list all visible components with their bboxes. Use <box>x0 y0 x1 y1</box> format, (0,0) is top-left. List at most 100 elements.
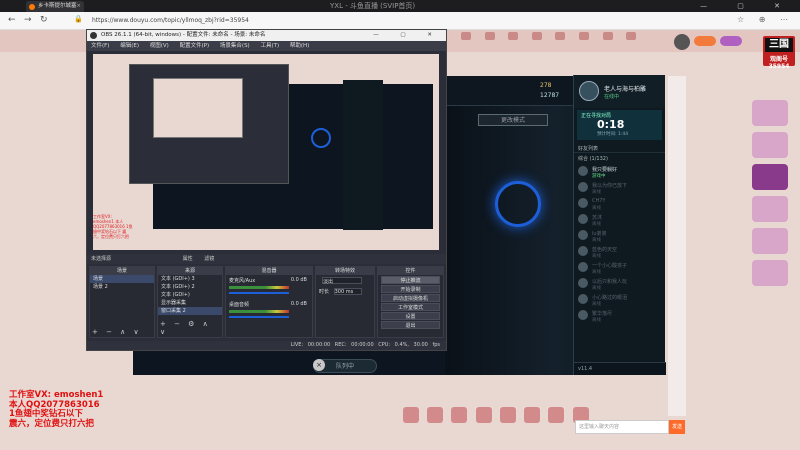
chat-input[interactable]: 这里输入聊天内容 <box>575 420 669 434</box>
source-item[interactable]: 窗口采集 2 <box>158 307 222 315</box>
browser-tab[interactable]: 乡卡斯提尔城塞 × <box>26 1 84 12</box>
start-recording-button[interactable]: 开始录制 <box>381 285 440 293</box>
source-item[interactable]: 显示器采集 <box>158 299 222 307</box>
friend-name: 我只要躺好 <box>592 167 618 173</box>
virtual-camera-button[interactable]: 启动虚拟摄像机 <box>381 294 440 302</box>
window-title: YXL - 斗鱼直播 (SVIP首页) <box>330 2 416 10</box>
transition-duration-input[interactable]: 300 ms <box>333 288 362 295</box>
sidebar-activity[interactable] <box>752 100 788 126</box>
gift-icon[interactable] <box>427 407 444 423</box>
no-source-label: 未选择源 <box>91 256 112 262</box>
obs-window-controls[interactable]: — ▢ ✕ <box>373 30 442 41</box>
obs-menu-item[interactable]: 编辑(E) <box>120 43 139 49</box>
obs-preview[interactable]: 工作室VX: emoshen1 本人QQ2077863016 1鱼翅中奖钻石以下… <box>93 54 439 250</box>
obs-status-bar: LIVE: 00:00:00 REC: 00:00:00 CPU: 0.4%, … <box>87 341 446 350</box>
gift-icon[interactable] <box>475 407 492 423</box>
friend-item[interactable]: lu弟弟 离线 <box>574 228 665 244</box>
cancel-queue-icon[interactable]: × <box>313 359 325 371</box>
source-item[interactable]: 文本 (GDI+) 2 <box>158 283 222 291</box>
friend-item[interactable]: 我只要躺好 游戏中 <box>574 164 665 180</box>
sidebar-activity[interactable] <box>752 260 788 286</box>
friend-item[interactable]: 蓝色的天空 离线 <box>574 244 665 260</box>
change-mode-button[interactable]: 更改模式 <box>478 114 548 126</box>
friend-item[interactable]: 小心路过的眼泪 离线 <box>574 292 665 308</box>
transition-type-select[interactable]: 淡出 <box>322 277 362 285</box>
obs-source-bar: 未选择源 属性 滤镜 <box>87 254 446 264</box>
obs-menu-item[interactable]: 工具(T) <box>260 43 279 49</box>
settings-button[interactable]: 设置 <box>381 312 440 320</box>
scene-item[interactable]: 场景 2 <box>90 283 154 291</box>
profile-header: 老人与海与柏雕 在线中 <box>574 75 665 108</box>
room-badge[interactable]: 三国 观阁号 35954 <box>763 36 795 70</box>
friend-toolbar[interactable]: 好友列表 <box>574 142 665 153</box>
filters-button[interactable]: 滤镜 <box>204 256 214 262</box>
nav-item[interactable] <box>549 32 571 41</box>
obs-menu-item[interactable]: 场景集合(S) <box>220 43 250 49</box>
studio-mode-button[interactable]: 工作室模式 <box>381 303 440 311</box>
friend-name: lu弟弟 <box>592 231 607 237</box>
nav-item[interactable] <box>479 32 501 41</box>
sidebar-activity[interactable] <box>752 164 788 190</box>
gift-icon[interactable] <box>524 407 541 423</box>
profile-avatar[interactable] <box>579 81 599 101</box>
friend-avatar <box>578 294 588 304</box>
url-input[interactable]: https://www.douyu.com/topic/yllmoq_zbj?r… <box>92 15 472 27</box>
back-icon[interactable]: ← <box>8 15 16 25</box>
scene-item[interactable]: 场景 <box>90 275 154 283</box>
user-button[interactable] <box>694 36 716 46</box>
obs-menu-item[interactable]: 文件(F) <box>91 43 109 49</box>
friend-panel: 老人与海与柏雕 在线中 正在寻找对局 0:18 预计时间: 1:44 好友列表 … <box>573 75 666 375</box>
profile-status: 在线中 <box>604 94 620 100</box>
obs-menu: 文件(F) 编辑(E) 视图(V) 配置文件(P) 场景集合(S) 工具(T) … <box>87 41 446 51</box>
browser-toolbar-icons[interactable]: ☆ ⊕ ⋯ <box>737 15 794 24</box>
gift-icon[interactable] <box>403 407 419 423</box>
friend-status: 离线 <box>592 206 601 211</box>
friend-status: 离线 <box>592 238 601 243</box>
blue-essence-count: 12787 <box>540 92 560 99</box>
scene-controls[interactable]: + − ∧ ∨ <box>92 328 142 336</box>
mixer-dock: 混音器 麦克风/Aux 0.0 dB 桌面音频 0.0 dB <box>225 266 313 338</box>
source-controls[interactable]: + − ⚙ ∧ ∨ <box>160 320 222 336</box>
gift-icon[interactable] <box>499 407 516 423</box>
badge-title: 三国 <box>765 38 793 52</box>
nav-item[interactable] <box>597 32 619 41</box>
obs-menu-item[interactable]: 帮助(H) <box>290 43 309 49</box>
stop-streaming-button[interactable]: 停止推流 <box>381 276 440 284</box>
nav-item[interactable] <box>573 32 595 41</box>
user-avatar[interactable] <box>674 34 690 50</box>
sidebar-activity[interactable] <box>752 196 788 222</box>
mixer-channel: 桌面音频 0.0 dB <box>229 301 309 323</box>
nav-item[interactable] <box>455 32 477 41</box>
obs-menu-item[interactable]: 视图(V) <box>150 43 169 49</box>
window-controls[interactable]: — ▢ ✕ <box>700 0 794 12</box>
nav-item[interactable] <box>526 32 548 41</box>
reload-icon[interactable]: ↻ <box>40 15 48 25</box>
properties-button[interactable]: 属性 <box>183 256 193 262</box>
friend-item[interactable]: 以后只和我人玩 离线 <box>574 276 665 292</box>
badge-sub: 观阁号 <box>769 56 788 63</box>
source-item[interactable]: 文本 (GDI+) 3 <box>158 275 222 283</box>
volume-slider[interactable] <box>229 292 289 294</box>
nav-item[interactable] <box>502 32 524 41</box>
forward-icon[interactable]: → <box>24 15 32 25</box>
tab-close-icon[interactable]: × <box>76 1 81 12</box>
obs-menu-item[interactable]: 配置文件(P) <box>180 43 210 49</box>
friend-item[interactable]: CH7Y 离线 <box>574 196 665 212</box>
obs-window: OBS 26.1.1 (64-bit, windows) - 配置文件: 未命名… <box>86 29 447 351</box>
exit-button[interactable]: 退出 <box>381 321 440 329</box>
send-button[interactable]: 发送 <box>669 420 685 434</box>
friend-item[interactable]: 苏沐 离线 <box>574 212 665 228</box>
friend-status: 离线 <box>592 286 601 291</box>
nav-item[interactable] <box>620 32 642 41</box>
source-item[interactable]: 文本 (GDI+) <box>158 291 222 299</box>
user-button[interactable] <box>720 36 742 46</box>
volume-slider[interactable] <box>229 316 289 318</box>
friend-item[interactable]: 我以为你已放下 离线 <box>574 180 665 196</box>
friend-group[interactable]: 综合 (1/132) <box>574 153 665 164</box>
sidebar-activity[interactable] <box>752 132 788 158</box>
friend-item[interactable]: 繁华落尽 离线 <box>574 308 665 324</box>
sidebar-activity[interactable] <box>752 228 788 254</box>
gift-icon[interactable] <box>451 407 468 423</box>
friend-item[interactable]: 一个小心酸孩子 离线 <box>574 260 665 276</box>
gift-icon[interactable] <box>548 407 565 423</box>
